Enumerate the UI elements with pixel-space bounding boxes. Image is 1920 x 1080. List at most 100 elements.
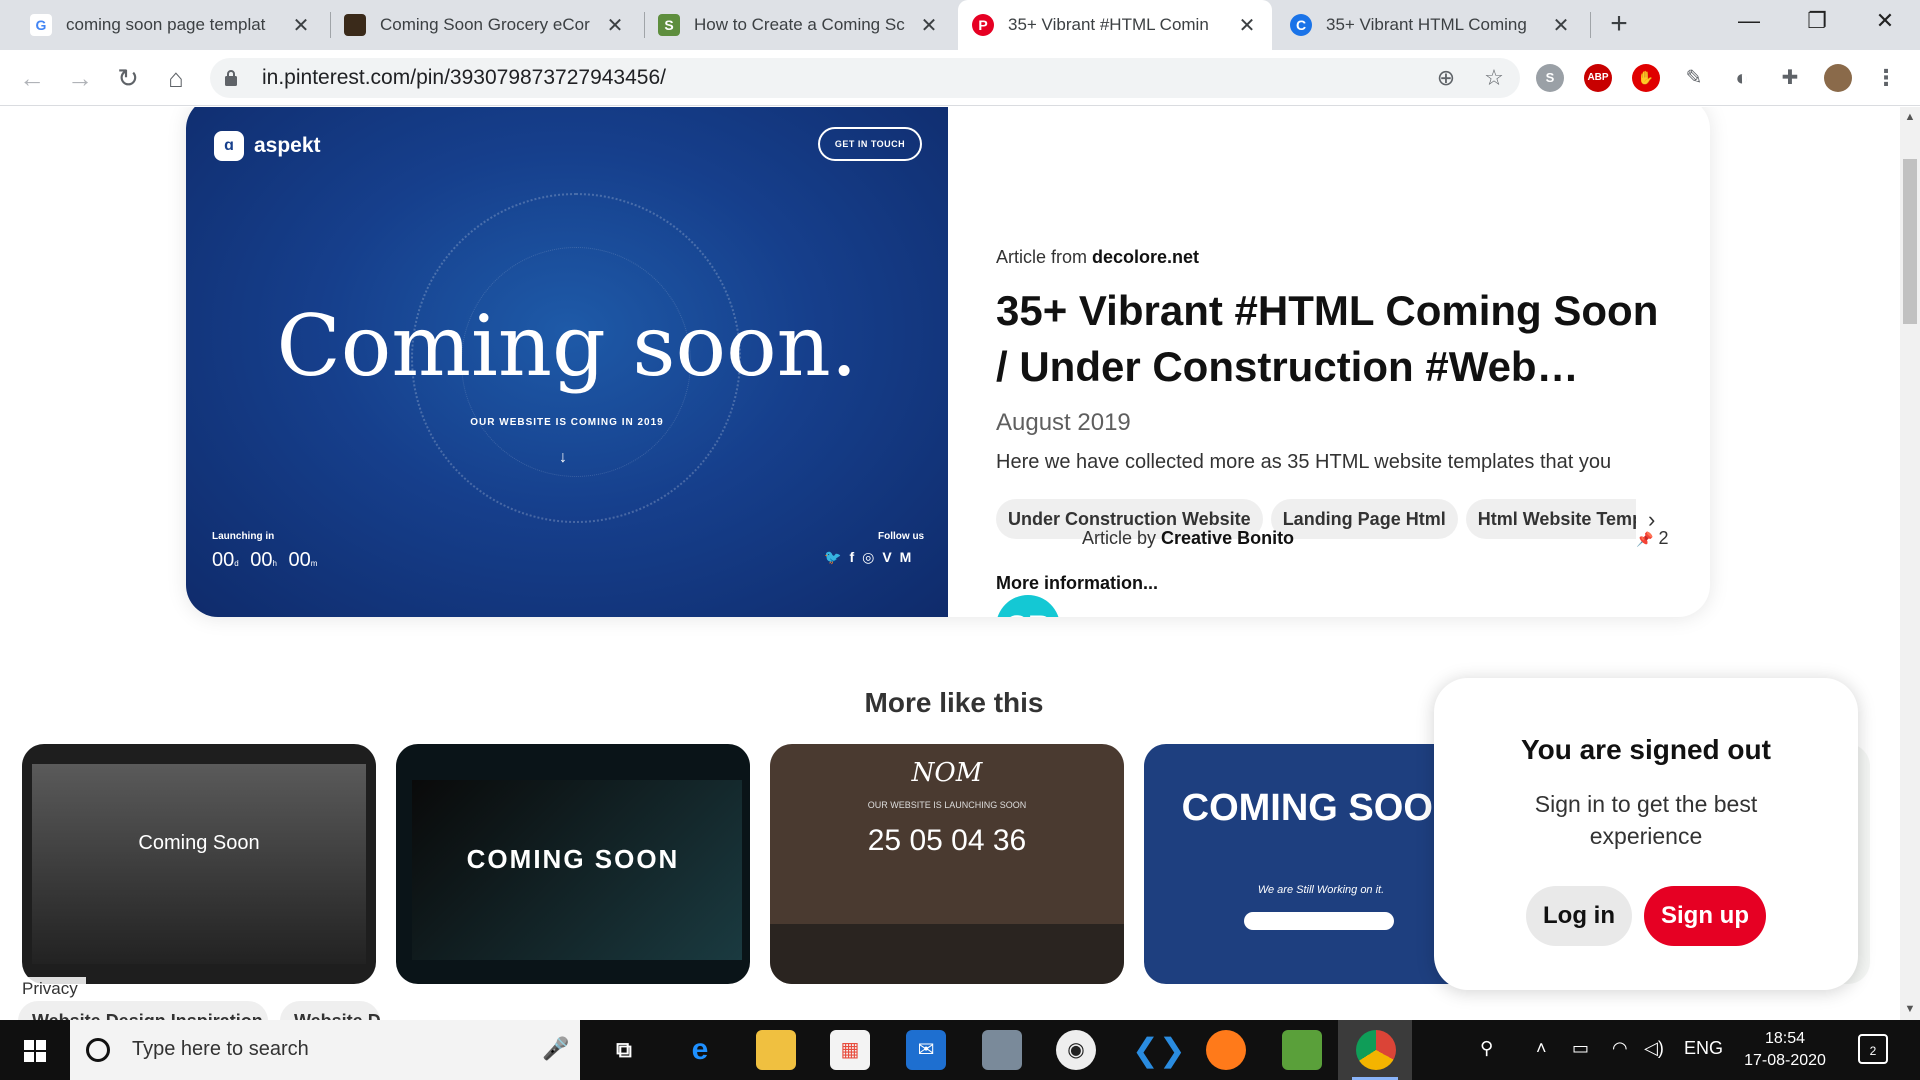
twitter-icon: 🐦 — [824, 549, 842, 565]
profile-avatar[interactable]: ● — [1824, 64, 1852, 92]
tab-4-active[interactable]: P 35+ Vibrant #HTML Comin ✕ — [958, 0, 1272, 50]
dark-mode-icon[interactable]: ◐ — [1728, 64, 1756, 92]
app-icon[interactable] — [982, 1030, 1022, 1070]
puzzle-icon[interactable]: ✚ — [1776, 64, 1804, 92]
related-pin-3[interactable]: NOM OUR WEBSITE IS LAUNCHING SOON 25 05 … — [770, 744, 1124, 984]
language-indicator[interactable]: ENG — [1684, 1038, 1723, 1059]
tag-chip[interactable]: Html Website Templates — [1465, 499, 1636, 539]
author-avatar[interactable]: CB — [996, 595, 1060, 617]
close-icon[interactable]: ✕ — [604, 13, 626, 38]
wifi-icon[interactable]: ◠ — [1612, 1038, 1628, 1059]
countdown-days: 00 — [212, 549, 235, 571]
scroll-up-icon[interactable]: ▲ — [1904, 111, 1916, 123]
start-button[interactable] — [0, 1020, 70, 1080]
microphone-icon[interactable]: 🎤 — [542, 1036, 569, 1062]
tab-5[interactable]: C 35+ Vibrant HTML Coming ✕ — [1276, 0, 1586, 50]
forward-button[interactable]: → — [62, 60, 98, 96]
close-icon[interactable]: ✕ — [1236, 13, 1258, 38]
coming-soon-headline: Coming soon. — [276, 297, 858, 395]
home-button[interactable]: ⌂ — [158, 60, 194, 96]
menu-icon[interactable]: ⋮ — [1872, 64, 1900, 92]
close-icon[interactable]: ✕ — [290, 13, 312, 38]
paint-icon[interactable] — [1282, 1030, 1322, 1070]
sign-up-button[interactable]: Sign up — [1644, 886, 1766, 946]
clock[interactable]: 18:54 17-08-2020 — [1730, 1028, 1840, 1072]
privacy-link[interactable]: Privacy — [14, 977, 86, 1001]
pin-image[interactable]: ɑ aspekt GET IN TOUCH Coming soon. OUR W… — [186, 107, 948, 617]
bottom-tag-chip[interactable]: Website D — [280, 1001, 380, 1020]
related-pin-2[interactable]: COMING SOON — [396, 744, 750, 984]
mail-icon[interactable]: ✉ — [906, 1030, 946, 1070]
thumb-image — [32, 764, 366, 964]
article-source-link[interactable]: decolore.net — [1092, 247, 1199, 267]
skype-extension-icon[interactable]: S — [1536, 64, 1564, 92]
chevron-up-icon[interactable]: ˄ — [1536, 1038, 1547, 1059]
adblock-icon[interactable]: ✋ — [1632, 64, 1660, 92]
browser-toolbar: ← → ↻ ⌂ in.pinterest.com/pin/39307987372… — [0, 50, 1920, 106]
log-in-button[interactable]: Log in — [1526, 886, 1632, 946]
add-icon[interactable]: ⊕ — [1432, 64, 1460, 92]
restore-button[interactable]: ❐ — [1786, 0, 1848, 42]
thumb-countdown: 25 05 04 36 — [867, 824, 1027, 857]
tab-strip: G coming soon page templat ✕ Coming Soon… — [0, 0, 1920, 50]
instagram-icon: ◎ — [862, 549, 875, 565]
lock-icon — [225, 70, 237, 86]
tab-3[interactable]: S How to Create a Coming Sc ✕ — [644, 0, 954, 50]
article-author-name[interactable]: Creative Bonito — [1161, 528, 1294, 548]
eyedropper-icon[interactable]: ✎ — [1680, 64, 1708, 92]
store-icon[interactable]: ▦ — [830, 1030, 870, 1070]
new-tab-button[interactable]: + — [1602, 8, 1636, 42]
volume-icon[interactable]: ◁) — [1644, 1038, 1664, 1059]
more-information-link[interactable]: More information... — [996, 573, 1158, 594]
follow-label: Follow us — [878, 531, 925, 542]
vscode-icon[interactable]: ❮❯ — [1132, 1030, 1186, 1070]
brand-logo-icon: ɑ — [214, 131, 244, 161]
related-pin-1[interactable]: Coming Soon — [22, 744, 376, 984]
app-icon-2[interactable]: ◉ — [1056, 1030, 1096, 1070]
minimize-button[interactable]: — — [1718, 0, 1780, 42]
clock-time: 18:54 — [1764, 1030, 1806, 1047]
taskbar-search[interactable]: Type here to search 🎤 — [70, 1020, 580, 1080]
page-scrollbar[interactable]: ▲ ▼ — [1900, 107, 1920, 1020]
tab-2[interactable]: Coming Soon Grocery eCor ✕ — [330, 0, 640, 50]
edge-icon[interactable]: e — [680, 1030, 720, 1070]
bottom-tag-chip[interactable]: Website Design Inspiration — [18, 1001, 268, 1020]
reload-button[interactable]: ↻ — [110, 60, 146, 96]
pin-description: Here we have collected more as 35 HTML w… — [996, 451, 1612, 473]
window-close-button[interactable]: ✕ — [1854, 0, 1916, 42]
pin-title[interactable]: 35+ Vibrant #HTML Coming Soon / Under Co… — [996, 283, 1676, 395]
windows-icon — [24, 1040, 46, 1062]
tab-1[interactable]: G coming soon page templat ✕ — [16, 0, 326, 50]
article-source: Article from decolore.net — [996, 247, 1199, 268]
file-explorer-icon[interactable] — [756, 1030, 796, 1070]
tab-title: coming soon page templat — [66, 15, 266, 34]
save-count-value: 2 — [1658, 528, 1669, 548]
scrollbar-thumb[interactable] — [1903, 159, 1917, 324]
tag-chip[interactable]: Landing Page Html — [1270, 499, 1458, 539]
close-icon[interactable]: ✕ — [1550, 13, 1572, 38]
tab-title: Coming Soon Grocery eCor — [380, 15, 590, 34]
task-view-icon[interactable]: ⧉ — [604, 1030, 644, 1070]
adblock-plus-icon[interactable]: ABP — [1584, 64, 1612, 92]
url-text[interactable]: in.pinterest.com/pin/393079873727943456/ — [262, 66, 666, 90]
save-count: 📌 2 — [1636, 528, 1668, 549]
people-icon[interactable]: ⚲ — [1480, 1038, 1493, 1059]
windows-taskbar: Type here to search 🎤 ⧉ e ▦ ✉ ◉ ❮❯ ⚲ ˄ ▭… — [0, 1020, 1920, 1080]
countdown-unit: h — [272, 559, 277, 568]
scroll-down-icon[interactable]: ▼ — [1904, 1003, 1916, 1015]
grocery-icon — [344, 14, 366, 36]
close-icon[interactable]: ✕ — [918, 13, 940, 38]
battery-icon[interactable]: ▭ — [1572, 1038, 1589, 1059]
firefox-icon[interactable] — [1206, 1030, 1246, 1070]
bookmark-star-icon[interactable]: ☆ — [1480, 64, 1508, 92]
countdown-minutes: 00 — [288, 549, 311, 571]
thumb-title: Coming Soon — [138, 832, 260, 854]
notifications-icon[interactable]: 2 — [1858, 1034, 1888, 1064]
address-bar[interactable]: in.pinterest.com/pin/393079873727943456/… — [210, 58, 1520, 98]
back-button[interactable]: ← — [14, 60, 50, 96]
facebook-icon: f — [849, 549, 855, 565]
article-author: Article by Creative Bonito — [1082, 528, 1294, 549]
google-icon: G — [30, 14, 52, 36]
clock-date: 17-08-2020 — [1744, 1052, 1826, 1069]
chrome-icon[interactable] — [1356, 1030, 1396, 1070]
